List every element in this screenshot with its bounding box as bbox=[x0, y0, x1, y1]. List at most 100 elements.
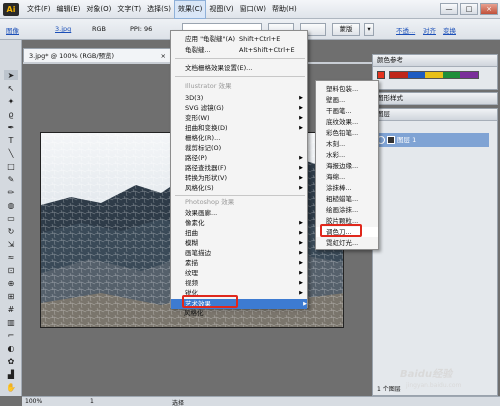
effect-path-item[interactable]: 路径(P) ▶ bbox=[171, 153, 303, 163]
dropdown-button[interactable]: ▾ bbox=[364, 23, 374, 36]
graph-tool-icon[interactable]: ▟ bbox=[4, 369, 18, 379]
color-guide-tab[interactable]: 颜色参考 bbox=[373, 55, 497, 67]
maximize-button[interactable]: □ bbox=[460, 3, 478, 15]
cutout-item[interactable]: 木刻... bbox=[316, 139, 378, 149]
rotate-tool-icon[interactable]: ↻ bbox=[4, 226, 18, 236]
fresco-item[interactable]: 壁画... bbox=[316, 95, 378, 105]
plastic-wrap-item[interactable]: 塑料包装... bbox=[316, 84, 378, 94]
eraser-tool-icon[interactable]: ▭ bbox=[4, 213, 18, 223]
rough-pastels-item[interactable]: 粗糙蜡笔... bbox=[316, 194, 378, 204]
effect-sketch-item[interactable]: 素描 ▶ bbox=[171, 258, 303, 268]
smudge-stick-item[interactable]: 涂抹棒... bbox=[316, 183, 378, 193]
magic-wand-tool-icon[interactable]: ✦ bbox=[4, 96, 18, 106]
layers-tab[interactable]: 图层 bbox=[373, 109, 497, 121]
zoom-level[interactable]: 100% bbox=[25, 398, 42, 405]
layers-panel: 图层 图层 1 1 个图层 bbox=[372, 108, 498, 396]
blob-brush-tool-icon[interactable]: ◍ bbox=[4, 200, 18, 210]
document-raster-settings-item[interactable]: 文档栅格效果设置(E)... bbox=[171, 63, 307, 73]
effect-brush-strokes-item[interactable]: 画笔描边 ▶ bbox=[171, 248, 303, 258]
direct-selection-tool-icon[interactable]: ↖ bbox=[4, 83, 18, 93]
effect-stylize-item[interactable]: 风格化(S) ▶ bbox=[171, 183, 303, 193]
rectangle-tool-icon[interactable]: □ bbox=[4, 161, 18, 171]
base-color-swatch[interactable] bbox=[377, 71, 385, 79]
shape-builder-tool-icon[interactable]: ⊕ bbox=[4, 278, 18, 288]
menu-type[interactable]: 文字(T) bbox=[114, 0, 144, 19]
effect-texture-item[interactable]: 纹理 ▶ bbox=[171, 268, 303, 278]
dry-brush-item[interactable]: 干画笔... bbox=[316, 106, 378, 116]
poster-edges-item[interactable]: 海报边缘... bbox=[316, 161, 378, 171]
menu-object[interactable]: 对象(O) bbox=[83, 0, 114, 19]
pen-tool-icon[interactable]: ✒ bbox=[4, 122, 18, 132]
selection-tool-icon[interactable]: ➤ bbox=[4, 70, 18, 80]
effect-stylize-ps-item[interactable]: 风格化 bbox=[170, 308, 302, 318]
symbol-sprayer-tool-icon[interactable]: ✿ bbox=[4, 356, 18, 366]
color-harmony-strip[interactable] bbox=[389, 71, 479, 79]
scale-tool-icon[interactable]: ⇲ bbox=[4, 239, 18, 249]
watermark: Baidu经验 bbox=[400, 369, 453, 380]
sponge-item[interactable]: 海绵... bbox=[316, 172, 378, 182]
graphic-styles-panel: 图形样式 bbox=[372, 92, 498, 105]
paintbrush-tool-icon[interactable]: ✎ bbox=[4, 174, 18, 184]
layer-count: 1 个图层 bbox=[377, 386, 401, 393]
warp-tool-icon[interactable]: ≈ bbox=[4, 252, 18, 262]
effect-crop-marks-item[interactable]: 裁剪标记(O) bbox=[171, 143, 303, 153]
menu-view[interactable]: 视图(V) bbox=[206, 0, 236, 19]
menu-bar: Ai 文件(F) 编辑(E) 对象(O) 文字(T) 选择(S) 效果(C) 视… bbox=[0, 0, 500, 19]
lasso-tool-icon[interactable]: ϱ bbox=[4, 109, 18, 119]
menu-effect[interactable]: 效果(C) bbox=[174, 0, 207, 19]
colored-pencil-item[interactable]: 彩色铅笔... bbox=[316, 128, 378, 138]
transform-link[interactable]: 变换 bbox=[443, 25, 456, 35]
gradient-tool-icon[interactable]: ▥ bbox=[4, 317, 18, 327]
watermark-url: jingyan.baidu.com bbox=[406, 382, 462, 389]
blend-tool-icon[interactable]: ◐ bbox=[4, 343, 18, 353]
menu-file[interactable]: 文件(F) bbox=[24, 0, 54, 19]
graphic-styles-tab[interactable]: 图形样式 bbox=[373, 93, 497, 105]
eyedropper-tool-icon[interactable]: ⌐ bbox=[4, 330, 18, 340]
perspective-grid-tool-icon[interactable]: ⊞ bbox=[4, 291, 18, 301]
effect-pixelate-item[interactable]: 像素化 ▶ bbox=[171, 218, 303, 228]
artistic-highlight-box bbox=[182, 295, 238, 308]
paint-daubs-item[interactable]: 绘画涂抹... bbox=[316, 205, 378, 215]
effect-svg-filters-item[interactable]: SVG 滤镜(G) ▶ bbox=[171, 103, 303, 113]
hand-tool-icon[interactable]: ✋ bbox=[4, 382, 18, 392]
menu-select[interactable]: 选择(S) bbox=[144, 0, 174, 19]
filename-link[interactable]: 3.jpg bbox=[55, 25, 71, 33]
neon-glow-item[interactable]: 霓虹灯光... bbox=[316, 238, 378, 248]
object-type-label[interactable]: 图像 bbox=[6, 25, 19, 35]
apply-last-effect-item[interactable]: 应用 "龟裂缝"(A) Shift+Ctrl+E bbox=[171, 34, 307, 44]
type-tool-icon[interactable]: T bbox=[4, 135, 18, 145]
free-transform-tool-icon[interactable]: ⊡ bbox=[4, 265, 18, 275]
effect-convert-to-shape-item[interactable]: 转换为形状(V) ▶ bbox=[171, 173, 303, 183]
mesh-tool-icon[interactable]: # bbox=[4, 304, 18, 314]
close-tab-icon[interactable]: × bbox=[161, 49, 166, 63]
effect-pathfinder-item[interactable]: 路径查找器(F) ▶ bbox=[171, 163, 303, 173]
align-link[interactable]: 对齐 bbox=[423, 25, 436, 35]
menu-window[interactable]: 窗口(W) bbox=[237, 0, 269, 19]
effect-distort-item[interactable]: 扭曲 ▶ bbox=[171, 228, 303, 238]
pencil-tool-icon[interactable]: ✏ bbox=[4, 187, 18, 197]
mask-button[interactable]: 蒙版 bbox=[332, 23, 360, 36]
effect-video-item[interactable]: 视频 ▶ bbox=[171, 278, 303, 288]
tools-panel: ➤ ↖ ✦ ϱ ✒ T ╲ □ ✎ ✏ ◍ ▭ ↻ ⇲ ≈ ⊡ ⊕ ⊞ # ▥ … bbox=[0, 40, 22, 396]
effect-distort-transform-item[interactable]: 扭曲和变换(D) ▶ bbox=[171, 123, 303, 133]
minimize-button[interactable]: — bbox=[440, 3, 458, 15]
close-button[interactable]: × bbox=[480, 3, 498, 15]
window-controls: — □ × bbox=[440, 3, 498, 15]
watercolor-item[interactable]: 水彩... bbox=[316, 150, 378, 160]
page-number[interactable]: 1 bbox=[90, 398, 94, 405]
app-logo: Ai bbox=[3, 3, 19, 16]
effect-blur-item[interactable]: 模糊 ▶ bbox=[171, 238, 303, 248]
menu-help[interactable]: 帮助(H) bbox=[269, 0, 300, 19]
effect-rasterize-item[interactable]: 栅格化(R)... bbox=[171, 133, 303, 143]
ppi-label: PPI: 96 bbox=[130, 25, 153, 33]
last-effect-item[interactable]: 龟裂缝... Alt+Shift+Ctrl+E bbox=[171, 45, 307, 55]
effect-warp-item[interactable]: 变形(W) ▶ bbox=[171, 113, 303, 123]
layer-row[interactable]: 图层 1 bbox=[375, 133, 489, 147]
opacity-link[interactable]: 不透... bbox=[396, 25, 415, 35]
line-tool-icon[interactable]: ╲ bbox=[4, 148, 18, 158]
menu-edit[interactable]: 编辑(E) bbox=[54, 0, 84, 19]
effect-gallery-item[interactable]: 效果画廊... bbox=[171, 208, 303, 218]
underpainting-item[interactable]: 底纹效果... bbox=[316, 117, 378, 127]
effect-3d-item[interactable]: 3D(3) ▶ bbox=[171, 93, 303, 103]
document-tab[interactable]: 3.jpg* @ 100% (RGB/预览) × bbox=[23, 48, 171, 63]
